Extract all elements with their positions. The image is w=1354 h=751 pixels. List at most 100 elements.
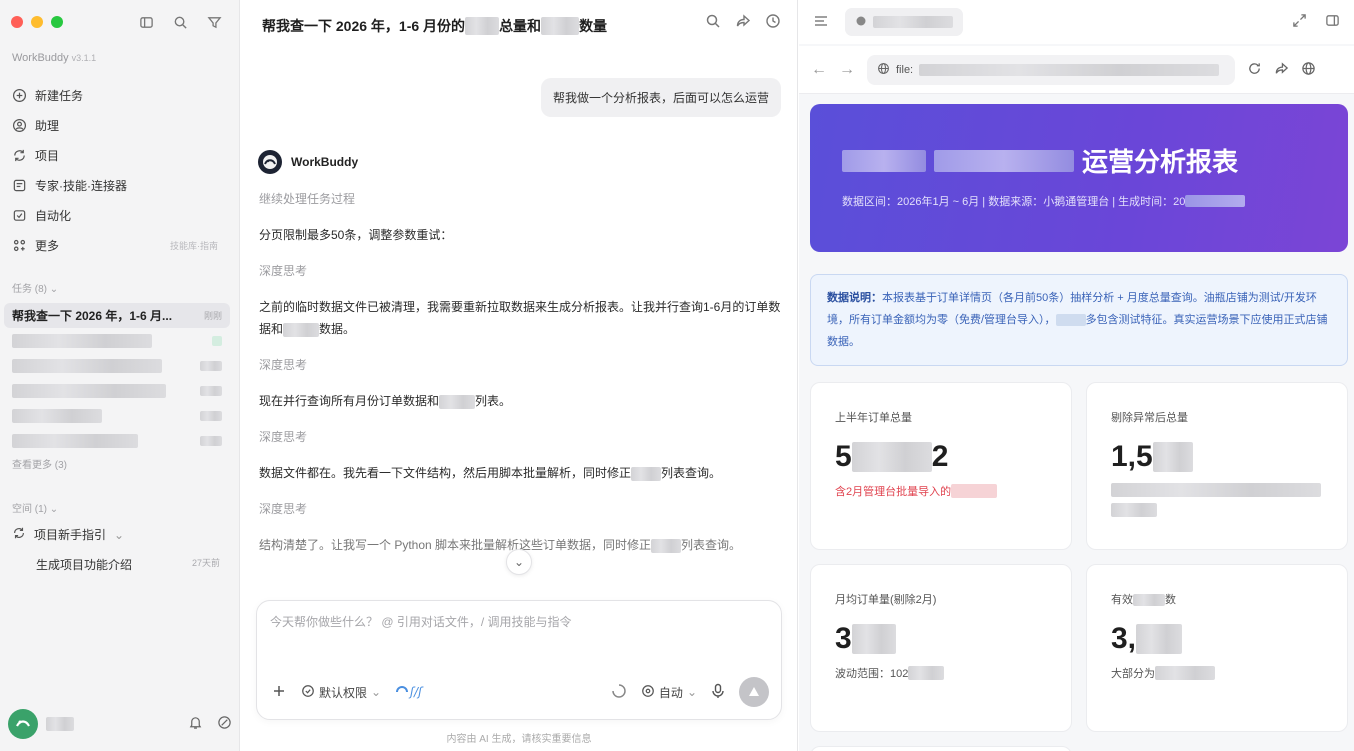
chevron-down-icon: ⌄: [686, 685, 697, 699]
space-subitem[interactable]: 生成项目功能介绍 27天前: [36, 556, 220, 573]
window-controls: [11, 16, 63, 28]
sidebar-item-label: 更多: [35, 238, 60, 253]
thinking-label[interactable]: 深度思考: [259, 354, 787, 376]
see-more-link[interactable]: 查看更多 (3): [12, 456, 67, 471]
kpi-value: 3: [835, 621, 1047, 657]
data-note: 数据说明：本报表基于订单详情页（各月前50条）抽样分析 + 月度总量查询。油瓶店…: [810, 274, 1348, 366]
space-item-label: 项目新手指引: [34, 528, 107, 542]
send-button[interactable]: [739, 677, 769, 707]
spaces-section-header[interactable]: 空间 (1) ⌄: [12, 500, 58, 515]
expand-icon[interactable]: [1292, 13, 1307, 31]
mode-dropdown[interactable]: 自动 ⌄: [641, 684, 697, 701]
settings-icon[interactable]: [217, 715, 232, 733]
expert-icon: [12, 178, 27, 193]
redacted-text: [651, 538, 682, 553]
maximize-window-button[interactable]: [51, 16, 63, 28]
toggle-sidebar-icon[interactable]: [136, 12, 156, 32]
kpi-card: 剔除异常后总量 1,5: [1086, 382, 1348, 550]
user-row: [8, 709, 232, 739]
filter-icon[interactable]: [204, 12, 224, 32]
scroll-to-bottom-button[interactable]: ⌄: [506, 549, 532, 575]
thinking-label[interactable]: 继续处理任务过程: [259, 188, 787, 210]
back-icon[interactable]: ←: [811, 61, 827, 79]
redacted-text: [12, 358, 162, 373]
sidebar-item-project[interactable]: 项目: [0, 140, 240, 170]
microphone-icon[interactable]: [711, 683, 725, 702]
close-window-button[interactable]: [11, 16, 23, 28]
task-title: 帮我查一下 2026 年，1-6 月...: [12, 309, 173, 323]
thinking-label[interactable]: 深度思考: [259, 498, 787, 520]
reload-icon[interactable]: [1247, 61, 1262, 79]
search-icon[interactable]: [705, 13, 721, 32]
redacted-text: [12, 408, 102, 423]
globe-icon: [877, 62, 890, 78]
browser-icon[interactable]: [1301, 61, 1316, 79]
model-icon[interactable]: ʃ/ʃ: [395, 683, 435, 702]
add-attachment-icon[interactable]: [271, 683, 287, 702]
kpi-label: 上半年订单总量: [835, 412, 912, 424]
chevron-down-icon: ⌄: [513, 555, 525, 569]
thinking-label[interactable]: 深度思考: [259, 426, 787, 448]
project-icon: [12, 148, 27, 163]
redacted-text: [541, 17, 580, 35]
share-icon[interactable]: [1274, 61, 1289, 79]
redacted-time: [200, 385, 222, 396]
sidebar-item-more[interactable]: 更多 技能库·指南: [0, 230, 240, 260]
sidebar-item-label: 新建任务: [35, 88, 84, 103]
redacted-time: [200, 410, 222, 421]
sidebar-item-assistant[interactable]: 助理: [0, 110, 240, 140]
tasks-section-header[interactable]: 任务 (8) ⌄: [12, 280, 58, 295]
sidebar-item-automation[interactable]: 自动化: [0, 200, 240, 230]
kpi-grid: 上半年订单总量 5 2 含2月管理台批量导入的 剔除异常后总量 1,5 月均订单…: [810, 382, 1348, 732]
minimize-window-button[interactable]: [31, 16, 43, 28]
kpi-label: 有效数: [1111, 594, 1176, 607]
composer: 今天帮你做些什么？ @ 引用对话文件，/ 调用技能与指令 默认权限 ⌄ ʃ/ʃ …: [256, 600, 782, 720]
space-subitem-label: 生成项目功能介绍: [36, 558, 133, 572]
sidebar-item-label: 项目: [35, 148, 60, 163]
composer-toolbar: 默认权限 ⌄ ʃ/ʃ 自动 ⌄: [271, 677, 769, 707]
kpi-card: 上半年订单总量 5 2 含2月管理台批量导入的: [810, 382, 1072, 550]
user-message-bubble: 帮我做一个分析报表，后面可以怎么运营: [540, 78, 781, 117]
bell-icon[interactable]: [188, 715, 203, 733]
sidebar-item-experts[interactable]: 专家·技能·连接器: [0, 170, 240, 200]
search-icon[interactable]: [170, 12, 190, 32]
toggle-panel-icon[interactable]: [1325, 13, 1340, 31]
sidebar-item-label: 自动化: [35, 208, 72, 223]
preview-panel: ← → file: 运营分析报表 数据区间：2026年1月 ~ 6月 | 数据来…: [799, 0, 1354, 751]
assistant-text: 之前的临时数据文件已被清理，我需要重新拉取数据来生成分析报表。让我并行查询1-6…: [259, 300, 781, 337]
composer-input[interactable]: 今天帮你做些什么？ @ 引用对话文件，/ 调用技能与指令: [270, 613, 572, 630]
report-meta: 数据区间：2026年1月 ~ 6月 | 数据来源：小鹅通管理台 | 生成时间：2…: [842, 193, 1320, 209]
message-stream: 继续处理任务过程 分页限制最多50条，调整参数重试： 深度思考 之前的临时数据文…: [259, 188, 787, 570]
sidebar-item-new-task[interactable]: 新建任务: [0, 80, 240, 110]
share-icon[interactable]: [735, 13, 751, 32]
task-item[interactable]: [4, 428, 230, 453]
task-item-active[interactable]: 帮我查一下 2026 年，1-6 月... 刚刚: [4, 303, 230, 328]
redacted-text: [1133, 594, 1165, 607]
redacted-text: [465, 17, 500, 35]
redacted-text: [631, 466, 662, 481]
task-item[interactable]: [4, 403, 230, 428]
chat-toolbar: [705, 13, 781, 32]
menu-icon[interactable]: [813, 13, 829, 32]
thinking-label[interactable]: 深度思考: [259, 260, 787, 282]
assistant-text: 现在并行查询所有月份订单数据和 列表。: [259, 394, 512, 409]
chat-title: 帮我查一下 2026 年，1-6 月份的 总量和 数量: [262, 17, 608, 35]
more-icon: [12, 238, 27, 253]
redacted-text: [908, 666, 945, 680]
avatar[interactable]: [8, 709, 38, 739]
task-item[interactable]: [4, 378, 230, 403]
sidebar-item-hint: 技能库·指南: [170, 240, 218, 251]
space-item-guide[interactable]: 项目新手指引 ⌄: [12, 526, 124, 543]
preview-tab[interactable]: [845, 8, 963, 36]
permission-dropdown[interactable]: 默认权限 ⌄: [301, 684, 381, 701]
arrow-up-icon: [749, 687, 759, 696]
task-item[interactable]: [4, 328, 230, 353]
forward-icon[interactable]: →: [839, 61, 855, 79]
redacted-time: [200, 435, 222, 446]
redacted-number: [1136, 624, 1183, 654]
url-field[interactable]: file:: [867, 54, 1235, 85]
history-icon[interactable]: [765, 13, 781, 32]
sidebar-item-label: 助理: [35, 118, 60, 133]
kpi-sub: 大部分为: [1111, 665, 1323, 681]
task-item[interactable]: [4, 353, 230, 378]
